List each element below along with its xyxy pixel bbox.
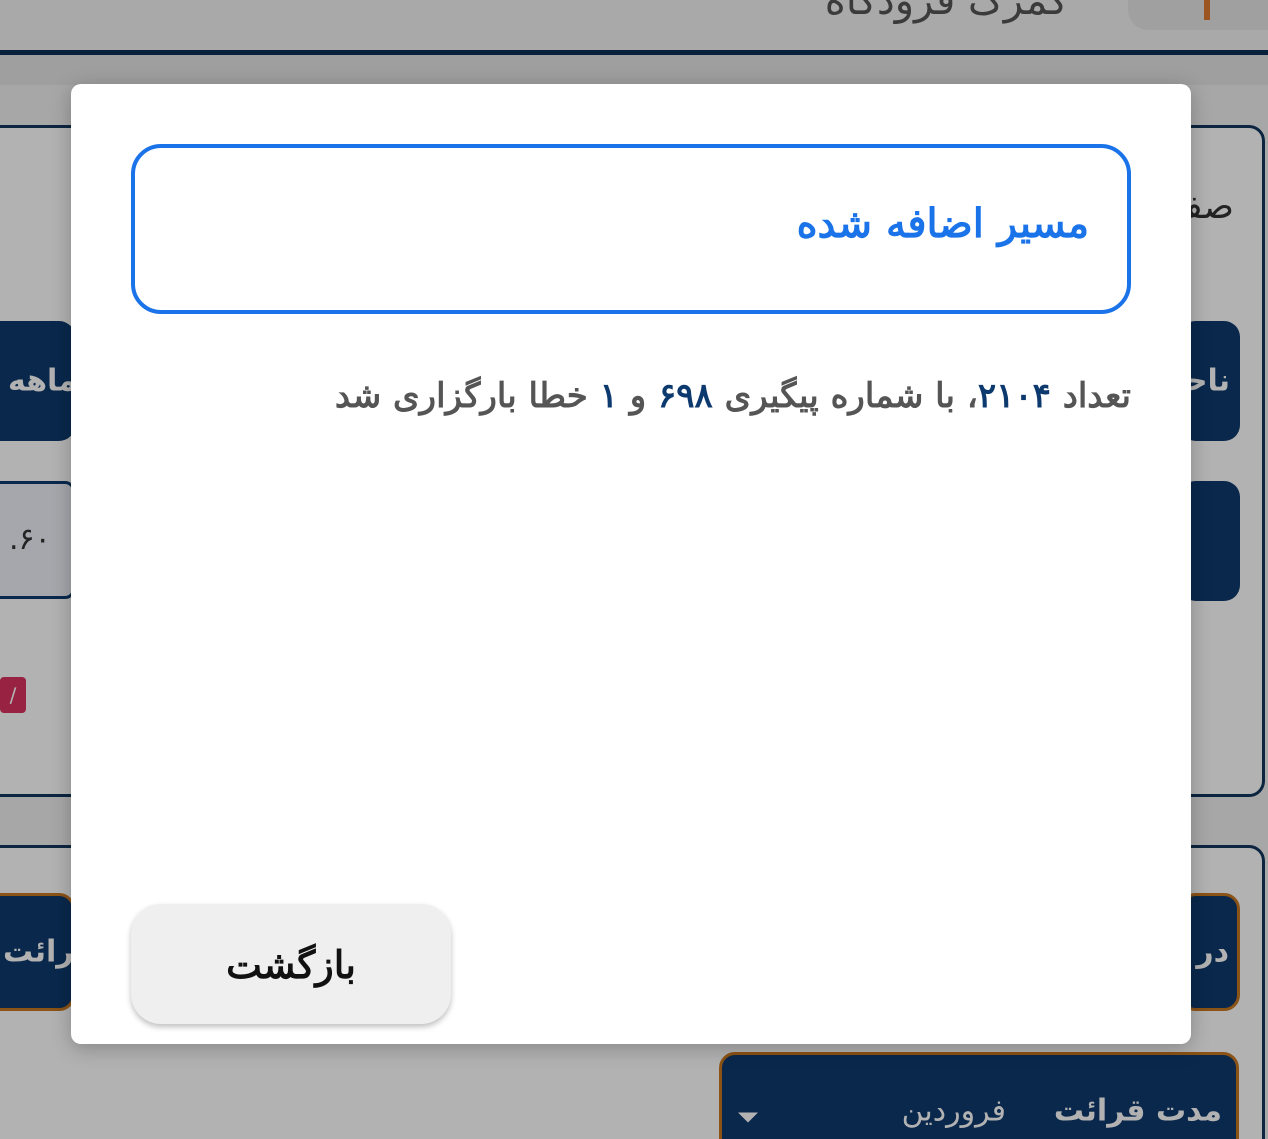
message-part-4: خطا بارگزاری شد [334,376,600,416]
dialog-title: مسیر اضافه شده [796,200,1089,247]
dialog-title-box: مسیر اضافه شده [131,144,1131,314]
back-button[interactable]: بازگشت [131,904,451,1024]
result-dialog: مسیر اضافه شده تعداد ۲۱۰۴، با شماره پیگی… [71,84,1191,1044]
dialog-message: تعداد ۲۱۰۴، با شماره پیگیری ۶۹۸ و ۱ خطا … [335,376,1131,416]
message-count: ۲۱۰۴ [977,376,1051,416]
message-part-3: و [617,376,658,416]
message-part-1: تعداد [1050,376,1131,416]
message-tracking-number: ۶۹۸ [658,376,713,416]
message-error-count: ۱ [599,376,618,416]
message-part-2: ، با شماره پیگیری [712,376,978,416]
